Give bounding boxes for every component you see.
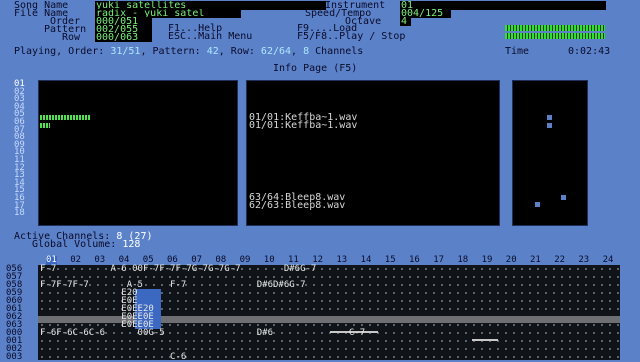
channels-label: Channels [315,46,364,57]
position-dot [547,123,552,128]
channel-volume-meter [40,123,50,128]
order-status: 31/51 [110,46,141,57]
row-status: 62/64 [260,46,292,57]
channels-count: 8 [303,46,310,57]
row-field[interactable]: 000/063 [95,33,152,42]
help-f5: F5/F8..Play / Stop [297,31,406,42]
row-status-label: Row: [230,46,255,57]
sample-panel: 01/01:Keffba~1.wav 01/01:Keffba~1.wav 63… [246,80,500,226]
channel-volume-panel [38,80,238,226]
left-vu-meter [505,25,605,31]
row-label: Row [62,32,81,43]
time-value: 0:02:43 [568,46,611,57]
pattern-status-label: Pattern: [152,46,201,57]
global-volume-value: 128 [122,239,141,250]
pattern-channel-label[interactable]: 19 [482,256,493,265]
position-dot [535,202,540,207]
pattern-channel-label[interactable]: 21 [530,256,541,265]
pattern-channel-label[interactable]: 16 [409,256,420,265]
pattern-channel-label[interactable]: 15 [385,256,396,265]
status-line: Playing, Order: 31/51, Pattern: 42, Row:… [14,46,364,57]
sample-name: 62/63:Bleep8.wav [249,200,346,211]
channel-number[interactable]: 18 [14,209,25,218]
pattern-channel-label[interactable]: 17 [433,256,444,265]
pattern-channel-label[interactable]: 20 [506,256,517,265]
global-volume-label: Global Volume: [32,239,117,250]
pattern-channel-label[interactable]: 24 [603,256,614,265]
pattern-status: 42 [206,46,219,57]
sample-name: 01/01:Keffba~1.wav [249,120,358,131]
channel-volume-meter [40,115,90,120]
right-vu-meter [505,33,605,39]
pattern-channel-label[interactable]: 23 [578,256,589,265]
position-dot [561,195,566,200]
playing-label: Playing, Order: [14,46,105,57]
selection-marker [472,339,498,341]
pattern-channel-label[interactable]: 18 [457,256,468,265]
pattern-channel-label[interactable]: 13 [336,256,347,265]
info-page-title: Info Page (F5) [273,63,358,74]
octave-field[interactable]: 4 [400,17,411,26]
time-label: Time [505,46,530,57]
global-volume-row: Global Volume: 128 [32,240,140,250]
help-esc: ESC..Main Menu [168,31,253,42]
pattern-row[interactable]: F-7 A-6 00F-7F-7F-7G-7G-7G-7 D#6G-7 [40,265,316,274]
pattern-row[interactable]: F-6F-6C-6C-6 00G-5 D#6 C-7 [40,329,365,338]
position-panel [512,80,588,226]
pattern-channel-label[interactable]: 14 [361,256,372,265]
position-dot [547,115,552,120]
pattern-channel-label[interactable]: 22 [554,256,565,265]
